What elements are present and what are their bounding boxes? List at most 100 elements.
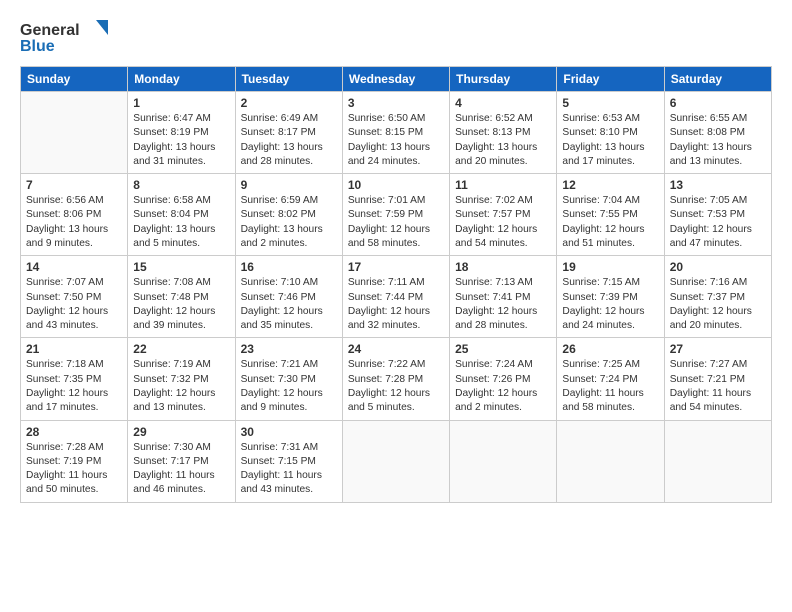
calendar-cell: 23 Sunrise: 7:21 AMSunset: 7:30 PMDayligh…	[235, 338, 342, 420]
day-number: 12	[562, 178, 658, 192]
svg-text:Blue: Blue	[20, 38, 55, 55]
calendar-cell: 10 Sunrise: 7:01 AMSunset: 7:59 PMDayligh…	[342, 174, 449, 256]
page-header: General Blue	[20, 18, 772, 56]
day-info: Sunrise: 7:04 AMSunset: 7:55 PMDaylight:…	[562, 194, 658, 251]
calendar-cell: 14Sunrise: 7:07 AMSunset: 7:50 PMDayligh…	[21, 256, 128, 338]
calendar-cell: 24 Sunrise: 7:22 AMSunset: 7:28 PMDayligh…	[342, 338, 449, 420]
calendar-cell: 28 Sunrise: 7:28 AMSunset: 7:19 PMDayligh…	[21, 420, 128, 502]
day-number: 13	[670, 178, 766, 192]
day-number: 10	[348, 178, 444, 192]
calendar-cell: 11Sunrise: 7:02 AMSunset: 7:57 PMDayligh…	[450, 174, 557, 256]
day-info: Sunrise: 7:19 AMSunset: 7:32 PMDaylight:…	[133, 358, 229, 415]
calendar-cell: 5Sunrise: 6:53 AMSunset: 8:10 PMDaylight…	[557, 92, 664, 174]
calendar-cell: 20 Sunrise: 7:16 AMSunset: 7:37 PMDayligh…	[664, 256, 771, 338]
day-number: 26	[562, 342, 658, 356]
calendar-cell: 2 Sunrise: 6:49 AMSunset: 8:17 PMDaylight…	[235, 92, 342, 174]
calendar-cell: 30Sunrise: 7:31 AMSunset: 7:15 PMDayligh…	[235, 420, 342, 502]
calendar-cell: 6 Sunrise: 6:55 AMSunset: 8:08 PMDaylight…	[664, 92, 771, 174]
generalblue-logo: General Blue	[20, 18, 110, 56]
day-number: 20	[670, 260, 766, 274]
calendar-cell: 1 Sunrise: 6:47 AMSunset: 8:19 PMDaylight…	[128, 92, 235, 174]
logo: General Blue	[20, 18, 110, 56]
day-number: 3	[348, 96, 444, 110]
calendar-cell: 13 Sunrise: 7:05 AMSunset: 7:53 PMDayligh…	[664, 174, 771, 256]
calendar-cell: 3 Sunrise: 6:50 AMSunset: 8:15 PMDaylight…	[342, 92, 449, 174]
day-number: 11	[455, 178, 551, 192]
day-number: 17	[348, 260, 444, 274]
day-info: Sunrise: 7:22 AMSunset: 7:28 PMDaylight:…	[348, 358, 444, 415]
day-number: 6	[670, 96, 766, 110]
day-info: Sunrise: 7:28 AMSunset: 7:19 PMDaylight:…	[26, 441, 122, 498]
calendar-cell	[664, 420, 771, 502]
day-number: 27	[670, 342, 766, 356]
calendar-cell	[450, 420, 557, 502]
calendar-cell: 9 Sunrise: 6:59 AMSunset: 8:02 PMDaylight…	[235, 174, 342, 256]
day-number: 1	[133, 96, 229, 110]
day-info: Sunrise: 6:55 AMSunset: 8:08 PMDaylight:…	[670, 112, 766, 169]
day-number: 19	[562, 260, 658, 274]
day-info: Sunrise: 7:15 AMSunset: 7:39 PMDaylight:…	[562, 276, 658, 333]
day-info: Sunrise: 7:08 AMSunset: 7:48 PMDaylight:…	[133, 276, 229, 333]
day-info: Sunrise: 7:01 AMSunset: 7:59 PMDaylight:…	[348, 194, 444, 251]
day-info: Sunrise: 7:27 AMSunset: 7:21 PMDaylight:…	[670, 358, 766, 415]
calendar-cell	[557, 420, 664, 502]
day-number: 29	[133, 425, 229, 439]
col-header-wednesday: Wednesday	[342, 67, 449, 92]
day-info: Sunrise: 7:05 AMSunset: 7:53 PMDaylight:…	[670, 194, 766, 251]
day-info: Sunrise: 6:56 AMSunset: 8:06 PMDaylight:…	[26, 194, 122, 251]
day-number: 18	[455, 260, 551, 274]
day-number: 15	[133, 260, 229, 274]
calendar-cell: 18 Sunrise: 7:13 AMSunset: 7:41 PMDayligh…	[450, 256, 557, 338]
day-info: Sunrise: 7:10 AMSunset: 7:46 PMDaylight:…	[241, 276, 337, 333]
calendar-cell	[342, 420, 449, 502]
col-header-thursday: Thursday	[450, 67, 557, 92]
day-info: Sunrise: 7:25 AMSunset: 7:24 PMDaylight:…	[562, 358, 658, 415]
col-header-monday: Monday	[128, 67, 235, 92]
calendar-cell: 19 Sunrise: 7:15 AMSunset: 7:39 PMDayligh…	[557, 256, 664, 338]
calendar-header-row: SundayMondayTuesdayWednesdayThursdayFrid…	[21, 67, 772, 92]
day-info: Sunrise: 7:30 AMSunset: 7:17 PMDaylight:…	[133, 441, 229, 498]
day-number: 2	[241, 96, 337, 110]
day-info: Sunrise: 6:47 AMSunset: 8:19 PMDaylight:…	[133, 112, 229, 169]
day-info: Sunrise: 7:18 AMSunset: 7:35 PMDaylight:…	[26, 358, 122, 415]
day-info: Sunrise: 7:11 AMSunset: 7:44 PMDaylight:…	[348, 276, 444, 333]
day-number: 14	[26, 260, 122, 274]
day-number: 23	[241, 342, 337, 356]
col-header-tuesday: Tuesday	[235, 67, 342, 92]
calendar-cell: 4Sunrise: 6:52 AMSunset: 8:13 PMDaylight…	[450, 92, 557, 174]
day-number: 21	[26, 342, 122, 356]
calendar-cell: 7 Sunrise: 6:56 AMSunset: 8:06 PMDaylight…	[21, 174, 128, 256]
day-number: 25	[455, 342, 551, 356]
calendar-cell: 25 Sunrise: 7:24 AMSunset: 7:26 PMDayligh…	[450, 338, 557, 420]
calendar-cell: 8 Sunrise: 6:58 AMSunset: 8:04 PMDaylight…	[128, 174, 235, 256]
day-number: 28	[26, 425, 122, 439]
calendar-table: SundayMondayTuesdayWednesdayThursdayFrid…	[20, 66, 772, 503]
calendar-cell: 29 Sunrise: 7:30 AMSunset: 7:17 PMDayligh…	[128, 420, 235, 502]
day-info: Sunrise: 6:49 AMSunset: 8:17 PMDaylight:…	[241, 112, 337, 169]
col-header-saturday: Saturday	[664, 67, 771, 92]
calendar-cell: 26 Sunrise: 7:25 AMSunset: 7:24 PMDayligh…	[557, 338, 664, 420]
calendar-cell: 12 Sunrise: 7:04 AMSunset: 7:55 PMDayligh…	[557, 174, 664, 256]
day-info: Sunrise: 7:16 AMSunset: 7:37 PMDaylight:…	[670, 276, 766, 333]
day-info: Sunrise: 6:58 AMSunset: 8:04 PMDaylight:…	[133, 194, 229, 251]
day-info: Sunrise: 6:59 AMSunset: 8:02 PMDaylight:…	[241, 194, 337, 251]
svg-text:General: General	[20, 22, 80, 39]
calendar-cell	[21, 92, 128, 174]
col-header-sunday: Sunday	[21, 67, 128, 92]
day-info: Sunrise: 7:13 AMSunset: 7:41 PMDaylight:…	[455, 276, 551, 333]
day-number: 16	[241, 260, 337, 274]
calendar-cell: 22 Sunrise: 7:19 AMSunset: 7:32 PMDayligh…	[128, 338, 235, 420]
calendar-cell: 17 Sunrise: 7:11 AMSunset: 7:44 PMDayligh…	[342, 256, 449, 338]
day-info: Sunrise: 6:50 AMSunset: 8:15 PMDaylight:…	[348, 112, 444, 169]
day-number: 22	[133, 342, 229, 356]
day-info: Sunrise: 7:24 AMSunset: 7:26 PMDaylight:…	[455, 358, 551, 415]
day-number: 9	[241, 178, 337, 192]
calendar-cell: 27 Sunrise: 7:27 AMSunset: 7:21 PMDayligh…	[664, 338, 771, 420]
col-header-friday: Friday	[557, 67, 664, 92]
day-number: 7	[26, 178, 122, 192]
day-number: 24	[348, 342, 444, 356]
day-info: Sunrise: 7:21 AMSunset: 7:30 PMDaylight:…	[241, 358, 337, 415]
day-number: 30	[241, 425, 337, 439]
day-info: Sunrise: 6:53 AMSunset: 8:10 PMDaylight:…	[562, 112, 658, 169]
day-number: 8	[133, 178, 229, 192]
